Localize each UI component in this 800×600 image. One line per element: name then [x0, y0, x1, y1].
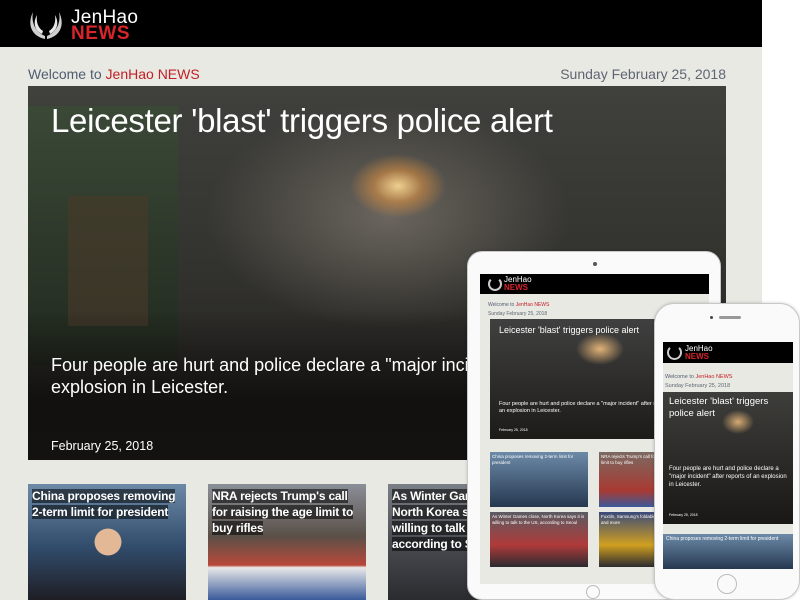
tablet-story-card: As Winter Games close, North Korea says …	[490, 512, 588, 567]
phone-camera	[710, 316, 713, 319]
story-card-title: China proposes removing 2-term limit for…	[32, 488, 182, 520]
welcome-row: Welcome to JenHao NEWS Sunday February 2…	[28, 66, 726, 86]
tablet-story-card: China proposes removing 2-term limit for…	[490, 452, 588, 507]
tablet-story-card-title: China proposes removing 2-term limit for…	[492, 454, 574, 465]
story-card-title: NRA rejects Trump's call for raising the…	[212, 488, 362, 536]
phone-welcome-prefix: Welcome to	[665, 374, 696, 380]
tablet-date: Sunday February 25, 2018	[488, 311, 548, 317]
phone-welcome-site: JenHao NEWS	[695, 374, 733, 380]
tablet-welcome-text: Welcome to JenHao NEWS	[488, 302, 549, 308]
welcome-site-name: JenHao NEWS	[105, 66, 200, 82]
phone-story-card-title: China proposes removing 2-term limit for…	[666, 536, 779, 542]
phone-mockup: JenHao NEWS Welcome to JenHao NEWS Sunda…	[654, 303, 800, 600]
current-date: Sunday February 25, 2018	[560, 66, 726, 82]
phone-story-card: China proposes removing 2-term limit for…	[663, 534, 793, 569]
story-card-title-text: China proposes removing 2-term limit for…	[32, 489, 176, 519]
top-navigation-bar: JenHao NEWS	[0, 0, 762, 47]
phone-hero-summary: Four people are hurt and police declare …	[669, 466, 787, 488]
tablet-logo-icon	[488, 277, 502, 291]
tablet-welcome-prefix: Welcome to	[488, 302, 516, 308]
welcome-prefix: Welcome to	[28, 66, 106, 82]
hero-date: February 25, 2018	[51, 439, 154, 453]
phone-hero-headline: Leicester 'blast' triggers police alert	[669, 396, 769, 419]
hero-headline[interactable]: Leicester 'blast' triggers police alert	[51, 102, 553, 140]
hero-image-detail	[68, 196, 148, 326]
phone-welcome-text: Welcome to JenHao NEWS	[665, 374, 732, 380]
tablet-top-bar: JenHao NEWS	[480, 274, 709, 294]
tablet-hero-date: February 25, 2018	[499, 428, 528, 432]
welcome-text: Welcome to JenHao NEWS	[28, 66, 200, 82]
logo-wings-icon	[30, 12, 62, 39]
phone-top-bar: JenHao NEWS	[663, 342, 793, 363]
phone-logo-news: NEWS	[685, 352, 709, 361]
phone-date: Sunday February 25, 2018	[665, 383, 731, 389]
phone-home-button	[717, 574, 737, 594]
tablet-story-card-title: As Winter Games close, North Korea says …	[492, 514, 585, 525]
story-card-title-text: NRA rejects Trump's call for raising the…	[212, 489, 354, 535]
story-card[interactable]: China proposes removing 2-term limit for…	[28, 484, 186, 600]
site-logo[interactable]: JenHao NEWS	[25, 6, 155, 44]
tablet-welcome-site: JenHao NEWS	[515, 302, 550, 308]
phone-screen: JenHao NEWS Welcome to JenHao NEWS Sunda…	[663, 342, 793, 569]
tablet-camera	[593, 262, 597, 266]
tablet-logo-news: NEWS	[504, 283, 528, 292]
tablet-hero-headline: Leicester 'blast' triggers police alert	[499, 325, 640, 335]
phone-hero: Leicester 'blast' triggers police alert …	[663, 392, 793, 524]
story-card[interactable]: NRA rejects Trump's call for raising the…	[208, 484, 366, 600]
phone-hero-date: February 25, 2018	[669, 513, 698, 517]
phone-speaker	[719, 316, 741, 319]
logo-text-news: NEWS	[71, 23, 130, 44]
tablet-hero-summary: Four people are hurt and police declare …	[499, 401, 677, 414]
tablet-home-button	[586, 585, 600, 599]
phone-logo-icon	[667, 345, 682, 360]
